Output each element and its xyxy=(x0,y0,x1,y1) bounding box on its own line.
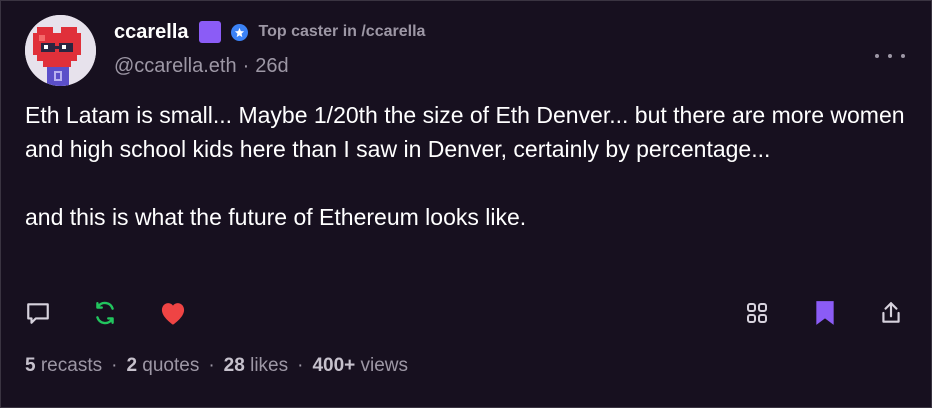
share-icon xyxy=(882,302,900,323)
cast-paragraph: and this is what the future of Ethereum … xyxy=(25,204,527,230)
more-options-button[interactable] xyxy=(875,49,905,63)
views-stat[interactable]: 400+ views xyxy=(312,355,408,377)
cast-body: Eth Latam is small... Maybe 1/20th the s… xyxy=(25,98,905,234)
recasts-count: 5 xyxy=(25,355,36,376)
views-count: 400+ xyxy=(312,355,356,376)
author-display-name[interactable]: ccarella xyxy=(114,21,189,44)
power-badge-icon xyxy=(230,23,248,41)
recast-icon xyxy=(96,301,114,325)
author-row: ccarella Top caster in /ccarella xyxy=(114,19,871,45)
recasts-stat[interactable]: 5 recasts xyxy=(25,355,102,377)
recasts-label: recasts xyxy=(40,355,103,376)
grid-button[interactable] xyxy=(743,299,771,327)
likes-label: likes xyxy=(250,355,289,376)
comment-icon xyxy=(27,303,49,324)
recast-button[interactable] xyxy=(91,299,119,327)
heart-pixel-avatar-icon xyxy=(25,15,96,86)
cast-timestamp[interactable]: 26d xyxy=(255,55,288,78)
stats-separator: · xyxy=(208,355,215,376)
purple-square-badge-icon xyxy=(198,21,221,43)
bookmark-button[interactable] xyxy=(811,299,839,327)
more-dot-icon xyxy=(875,54,879,58)
share-button[interactable] xyxy=(877,299,905,327)
quotes-stat[interactable]: 2 quotes xyxy=(126,355,199,377)
views-label: views xyxy=(360,355,409,376)
bookmark-icon xyxy=(816,301,834,325)
cast-paragraph: Eth Latam is small... Maybe 1/20th the s… xyxy=(25,102,905,162)
heart-icon xyxy=(161,303,185,325)
more-dot-icon xyxy=(901,54,905,58)
author-meta-row: @ccarella.eth · 26d xyxy=(114,55,871,78)
quotes-label: quotes xyxy=(142,355,200,376)
grid-icon xyxy=(747,303,767,323)
top-caster-label[interactable]: Top caster in /ccarella xyxy=(259,23,426,41)
meta-separator: · xyxy=(242,55,250,77)
cast-card: ccarella Top caster in /ccarella @ccarel… xyxy=(0,0,932,408)
star-icon xyxy=(234,27,244,37)
stats-separator: · xyxy=(297,355,304,376)
reply-button[interactable] xyxy=(24,299,52,327)
stats-separator: · xyxy=(111,355,118,376)
likes-count: 28 xyxy=(223,355,245,376)
cast-header: ccarella Top caster in /ccarella @ccarel… xyxy=(114,19,871,78)
more-dot-icon xyxy=(888,54,892,58)
avatar[interactable] xyxy=(25,15,96,86)
cast-stats: 5 recasts · 2 quotes · 28 likes · 400+ v… xyxy=(25,355,408,377)
quotes-count: 2 xyxy=(126,355,138,376)
like-button[interactable] xyxy=(159,299,187,327)
author-username[interactable]: @ccarella.eth xyxy=(114,55,237,78)
likes-stat[interactable]: 28 likes xyxy=(224,355,288,377)
